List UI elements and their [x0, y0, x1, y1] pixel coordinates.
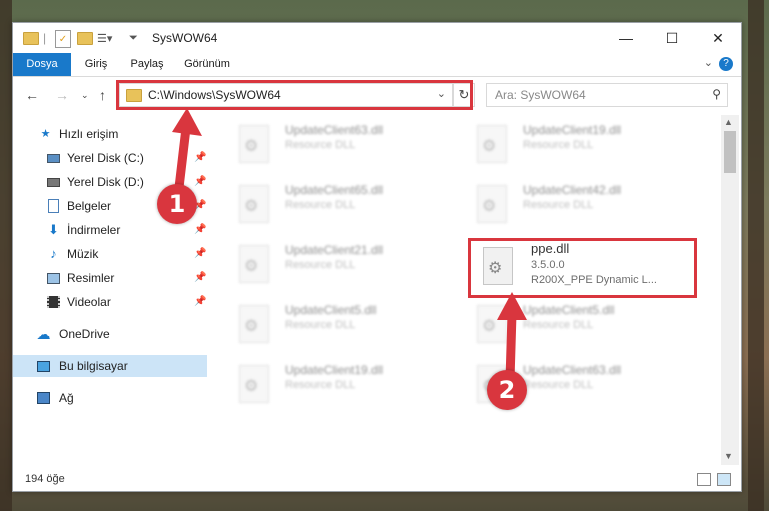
file-item[interactable]: ⚙ UpdateClient65.dll Resource DLL — [209, 179, 439, 235]
dll-file-icon: ⚙ — [239, 365, 269, 403]
file-item[interactable]: ⚙ UpdateClient63.dll Resource DLL — [447, 359, 677, 415]
file-description: Resource DLL — [285, 319, 356, 331]
background-tree — [748, 0, 764, 511]
documents-icon — [47, 199, 60, 213]
pin-icon: 📌 — [194, 248, 207, 259]
search-placeholder: Ara: SysWOW64 — [495, 88, 586, 102]
vertical-scrollbar[interactable]: ▲ ▼ — [721, 115, 739, 465]
sidebar-item-label: OneDrive — [59, 327, 110, 341]
sidebar-item-this-pc[interactable]: Bu bilgisayar — [13, 355, 207, 377]
maximize-button[interactable]: ☐ — [649, 23, 695, 53]
file-description: Resource DLL — [523, 139, 594, 151]
file-item[interactable]: ⚙ UpdateClient63.dll Resource DLL — [209, 119, 439, 175]
step-badge-1: 1 — [157, 184, 197, 224]
file-name: UpdateClient21.dll — [285, 243, 384, 257]
help-icon[interactable]: ? — [719, 57, 733, 71]
dll-file-icon: ⚙ — [477, 125, 507, 163]
large-icons-view-icon[interactable] — [717, 473, 731, 486]
drive-icon — [47, 152, 60, 164]
sidebar-item-label: İndirmeler — [67, 223, 121, 237]
search-input[interactable]: Ara: SysWOW64 ⚲ — [486, 83, 728, 107]
customize-toolbar-icon[interactable]: ⏷ — [129, 30, 138, 46]
scrollbar-thumb[interactable] — [724, 131, 736, 173]
videos-icon — [47, 296, 60, 308]
tab-home[interactable]: Giriş — [75, 53, 117, 76]
details-view-icon[interactable] — [697, 473, 711, 486]
dll-file-icon: ⚙ — [239, 185, 269, 223]
step-badge-2: 2 — [487, 370, 527, 410]
file-description: Resource DLL — [523, 199, 594, 211]
file-description: Resource DLL — [285, 199, 356, 211]
dll-file-icon: ⚙ — [239, 125, 269, 163]
sidebar-item-label: Hızlı erişim — [59, 127, 119, 141]
background-tree — [0, 0, 12, 511]
new-folder-icon[interactable] — [77, 30, 93, 46]
file-item[interactable]: ⚙ UpdateClient21.dll Resource DLL — [209, 239, 439, 295]
dll-file-icon: ⚙ — [239, 245, 269, 283]
music-icon: ♪ — [50, 246, 57, 261]
downloads-icon: ⬇ — [48, 222, 59, 237]
drive-icon — [47, 176, 60, 188]
file-name: UpdateClient19.dll — [285, 363, 384, 377]
sidebar-item-videos[interactable]: Videolar 📌 — [13, 291, 207, 313]
forward-arrow-icon[interactable]: → — [55, 87, 69, 103]
file-description: Resource DLL — [285, 379, 356, 391]
file-description: Resource DLL — [285, 259, 356, 271]
ribbon-tabs: Dosya Giriş Paylaş Görünüm ⌄ ? — [13, 53, 741, 77]
file-name: UpdateClient5.dll — [285, 303, 377, 317]
title-bar: | ✓ ☰▾ ⏷ SysWOW64 — ☐ ✕ — [13, 23, 741, 53]
sidebar-item-label: Resimler — [67, 271, 115, 285]
sidebar-item-label: Müzik — [67, 247, 99, 261]
pin-icon: 📌 — [194, 272, 207, 283]
file-item[interactable]: ⚙ UpdateClient5.dll Resource DLL — [447, 299, 677, 355]
window-title: SysWOW64 — [152, 31, 218, 45]
properties-icon[interactable]: ✓ — [55, 30, 71, 48]
close-button[interactable]: ✕ — [695, 23, 741, 53]
sidebar-item-music[interactable]: ♪ Müzik 📌 — [13, 243, 207, 265]
file-name: UpdateClient65.dll — [285, 183, 384, 197]
sidebar-item-network[interactable]: Ağ — [13, 387, 207, 409]
back-arrow-icon[interactable]: ← — [25, 87, 39, 103]
expand-ribbon-icon[interactable]: ⌄ — [704, 56, 713, 69]
minimize-button[interactable]: — — [603, 23, 649, 53]
sidebar-item-label: Videolar — [67, 295, 111, 309]
scroll-up-icon[interactable]: ▲ — [724, 117, 733, 127]
scroll-down-icon[interactable]: ▼ — [724, 451, 733, 461]
file-name: UpdateClient42.dll — [523, 183, 622, 197]
file-name: UpdateClient19.dll — [523, 123, 622, 137]
file-name: UpdateClient63.dll — [285, 123, 384, 137]
pictures-icon — [47, 272, 60, 284]
sidebar-item-label: Yerel Disk (D:) — [67, 175, 144, 189]
tab-view[interactable]: Görünüm — [177, 53, 237, 76]
file-item[interactable]: ⚙ UpdateClient19.dll Resource DLL — [447, 119, 677, 175]
sidebar-item-label: Yerel Disk (C:) — [67, 151, 144, 165]
tab-file[interactable]: Dosya — [13, 53, 71, 76]
file-item[interactable]: ⚙ UpdateClient19.dll Resource DLL — [209, 359, 439, 415]
search-icon: ⚲ — [712, 87, 721, 101]
pin-icon: 📌 — [194, 224, 207, 235]
dll-file-icon: ⚙ — [239, 305, 269, 343]
up-arrow-icon[interactable]: ↑ — [99, 87, 106, 103]
folder-icon — [23, 30, 39, 46]
pin-icon: 📌 — [194, 296, 207, 307]
dll-file-icon: ⚙ — [477, 185, 507, 223]
network-icon — [37, 392, 50, 404]
separator: | — [43, 31, 47, 45]
computer-icon — [37, 360, 50, 372]
item-count: 194 öğe — [25, 473, 65, 485]
sidebar-item-pictures[interactable]: Resimler 📌 — [13, 267, 207, 289]
sidebar-item-label: Ağ — [59, 391, 74, 405]
recent-locations-icon[interactable]: ⌄ — [81, 90, 89, 101]
tab-share[interactable]: Paylaş — [123, 53, 171, 76]
status-bar: 194 öğe — [13, 469, 741, 491]
sidebar-item-label: Bu bilgisayar — [59, 359, 128, 373]
cloud-icon: ☁ — [36, 326, 51, 342]
star-icon: ★ — [40, 128, 51, 140]
sidebar-item-onedrive[interactable]: ☁ OneDrive — [13, 323, 207, 345]
sidebar-item-label: Belgeler — [67, 199, 112, 213]
file-item[interactable]: ⚙ UpdateClient42.dll Resource DLL — [447, 179, 677, 235]
quick-access-toolbar-icon[interactable]: ☰▾ — [97, 30, 112, 46]
file-description: Resource DLL — [285, 139, 356, 151]
file-item[interactable]: ⚙ UpdateClient5.dll Resource DLL — [209, 299, 439, 355]
